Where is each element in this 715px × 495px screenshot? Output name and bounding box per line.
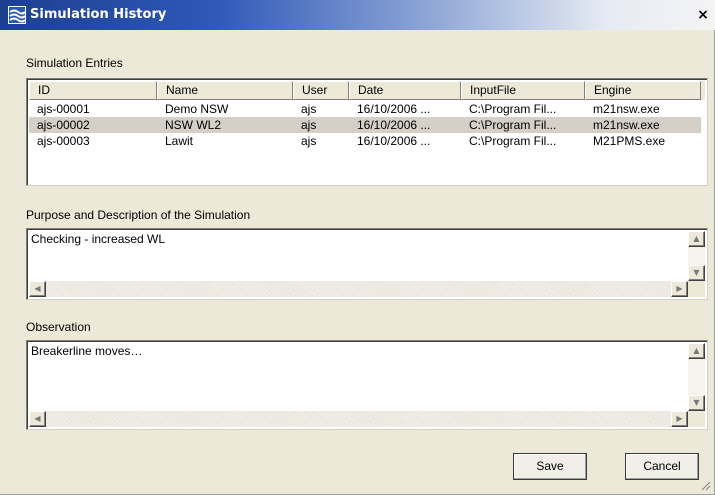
observation-vertical-scrollbar[interactable]: ▲ ▼ (688, 343, 705, 411)
column-header-user[interactable]: User (293, 81, 349, 100)
cell-user: ajs (301, 102, 317, 116)
title-bar[interactable]: Simulation History × (0, 0, 715, 30)
observation-textarea[interactable]: Breakerline moves… ▲ ▼ ◀ ▶ (26, 340, 708, 430)
table-header: ID Name User Date InputFile Engine (29, 81, 705, 100)
column-header-name[interactable]: Name (157, 81, 293, 100)
column-header-inputfile[interactable]: InputFile (461, 81, 585, 100)
cell-id: ajs-00002 (37, 118, 90, 132)
purpose-label: Purpose and Description of the Simulatio… (26, 208, 251, 222)
cell-id: ajs-00001 (37, 102, 90, 116)
cell-date: 16/10/2006 ... (357, 118, 431, 132)
save-button[interactable]: Save (513, 453, 587, 480)
purpose-vertical-scrollbar[interactable]: ▲ ▼ (688, 231, 705, 281)
arrow-down-icon[interactable]: ▼ (688, 265, 705, 281)
table-row[interactable]: ajs-00003 Lawit ajs 16/10/2006 ... C:\Pr… (29, 133, 701, 149)
arrow-right-icon[interactable]: ▶ (671, 411, 688, 427)
cell-id: ajs-00003 (37, 134, 90, 148)
table-row[interactable]: ajs-00001 Demo NSW ajs 16/10/2006 ... C:… (29, 101, 701, 117)
column-header-engine[interactable]: Engine (585, 81, 701, 100)
cell-name: Lawit (165, 134, 194, 148)
cell-user: ajs (301, 134, 317, 148)
observation-horizontal-scrollbar[interactable]: ◀ ▶ (29, 411, 688, 427)
cell-engine: m21nsw.exe (593, 102, 660, 116)
arrow-left-icon[interactable]: ◀ (29, 411, 46, 427)
cell-engine: M21PMS.exe (593, 134, 666, 148)
cell-name: Demo NSW (165, 102, 229, 116)
cell-user: ajs (301, 118, 317, 132)
scroll-corner (688, 411, 705, 427)
table-row-selected[interactable]: ajs-00002 NSW WL2 ajs 16/10/2006 ... C:\… (29, 117, 701, 133)
purpose-textarea[interactable]: Checking - increased WL ▲ ▼ ◀ ▶ (26, 228, 708, 300)
simulation-history-dialog: Simulation History × Simulation Entries … (0, 0, 715, 495)
cell-name: NSW WL2 (165, 118, 222, 132)
cell-inputfile: C:\Program Fil... (469, 102, 557, 116)
observation-label: Observation (26, 320, 91, 334)
window-title: Simulation History (30, 7, 167, 22)
cell-inputfile: C:\Program Fil... (469, 118, 557, 132)
simulation-app-icon (8, 6, 26, 24)
arrow-right-icon[interactable]: ▶ (671, 281, 688, 297)
cell-inputfile: C:\Program Fil... (469, 134, 557, 148)
arrow-up-icon[interactable]: ▲ (688, 343, 705, 359)
resize-grip-icon[interactable] (701, 481, 711, 491)
arrow-up-icon[interactable]: ▲ (688, 231, 705, 247)
column-header-id[interactable]: ID (29, 81, 157, 100)
simulation-entries-label: Simulation Entries (26, 56, 123, 70)
simulation-entries-table[interactable]: ID Name User Date InputFile Engine ajs-0… (26, 78, 708, 186)
observation-text: Breakerline moves… (31, 344, 143, 358)
purpose-horizontal-scrollbar[interactable]: ◀ ▶ (29, 281, 688, 297)
arrow-left-icon[interactable]: ◀ (29, 281, 46, 297)
arrow-down-icon[interactable]: ▼ (688, 395, 705, 411)
purpose-text: Checking - increased WL (31, 232, 166, 246)
scroll-corner (688, 281, 705, 297)
cell-engine: m21nsw.exe (593, 118, 660, 132)
cell-date: 16/10/2006 ... (357, 102, 431, 116)
column-header-date[interactable]: Date (349, 81, 461, 100)
close-icon[interactable]: × (695, 6, 711, 24)
cell-date: 16/10/2006 ... (357, 134, 431, 148)
cancel-button[interactable]: Cancel (625, 453, 699, 480)
